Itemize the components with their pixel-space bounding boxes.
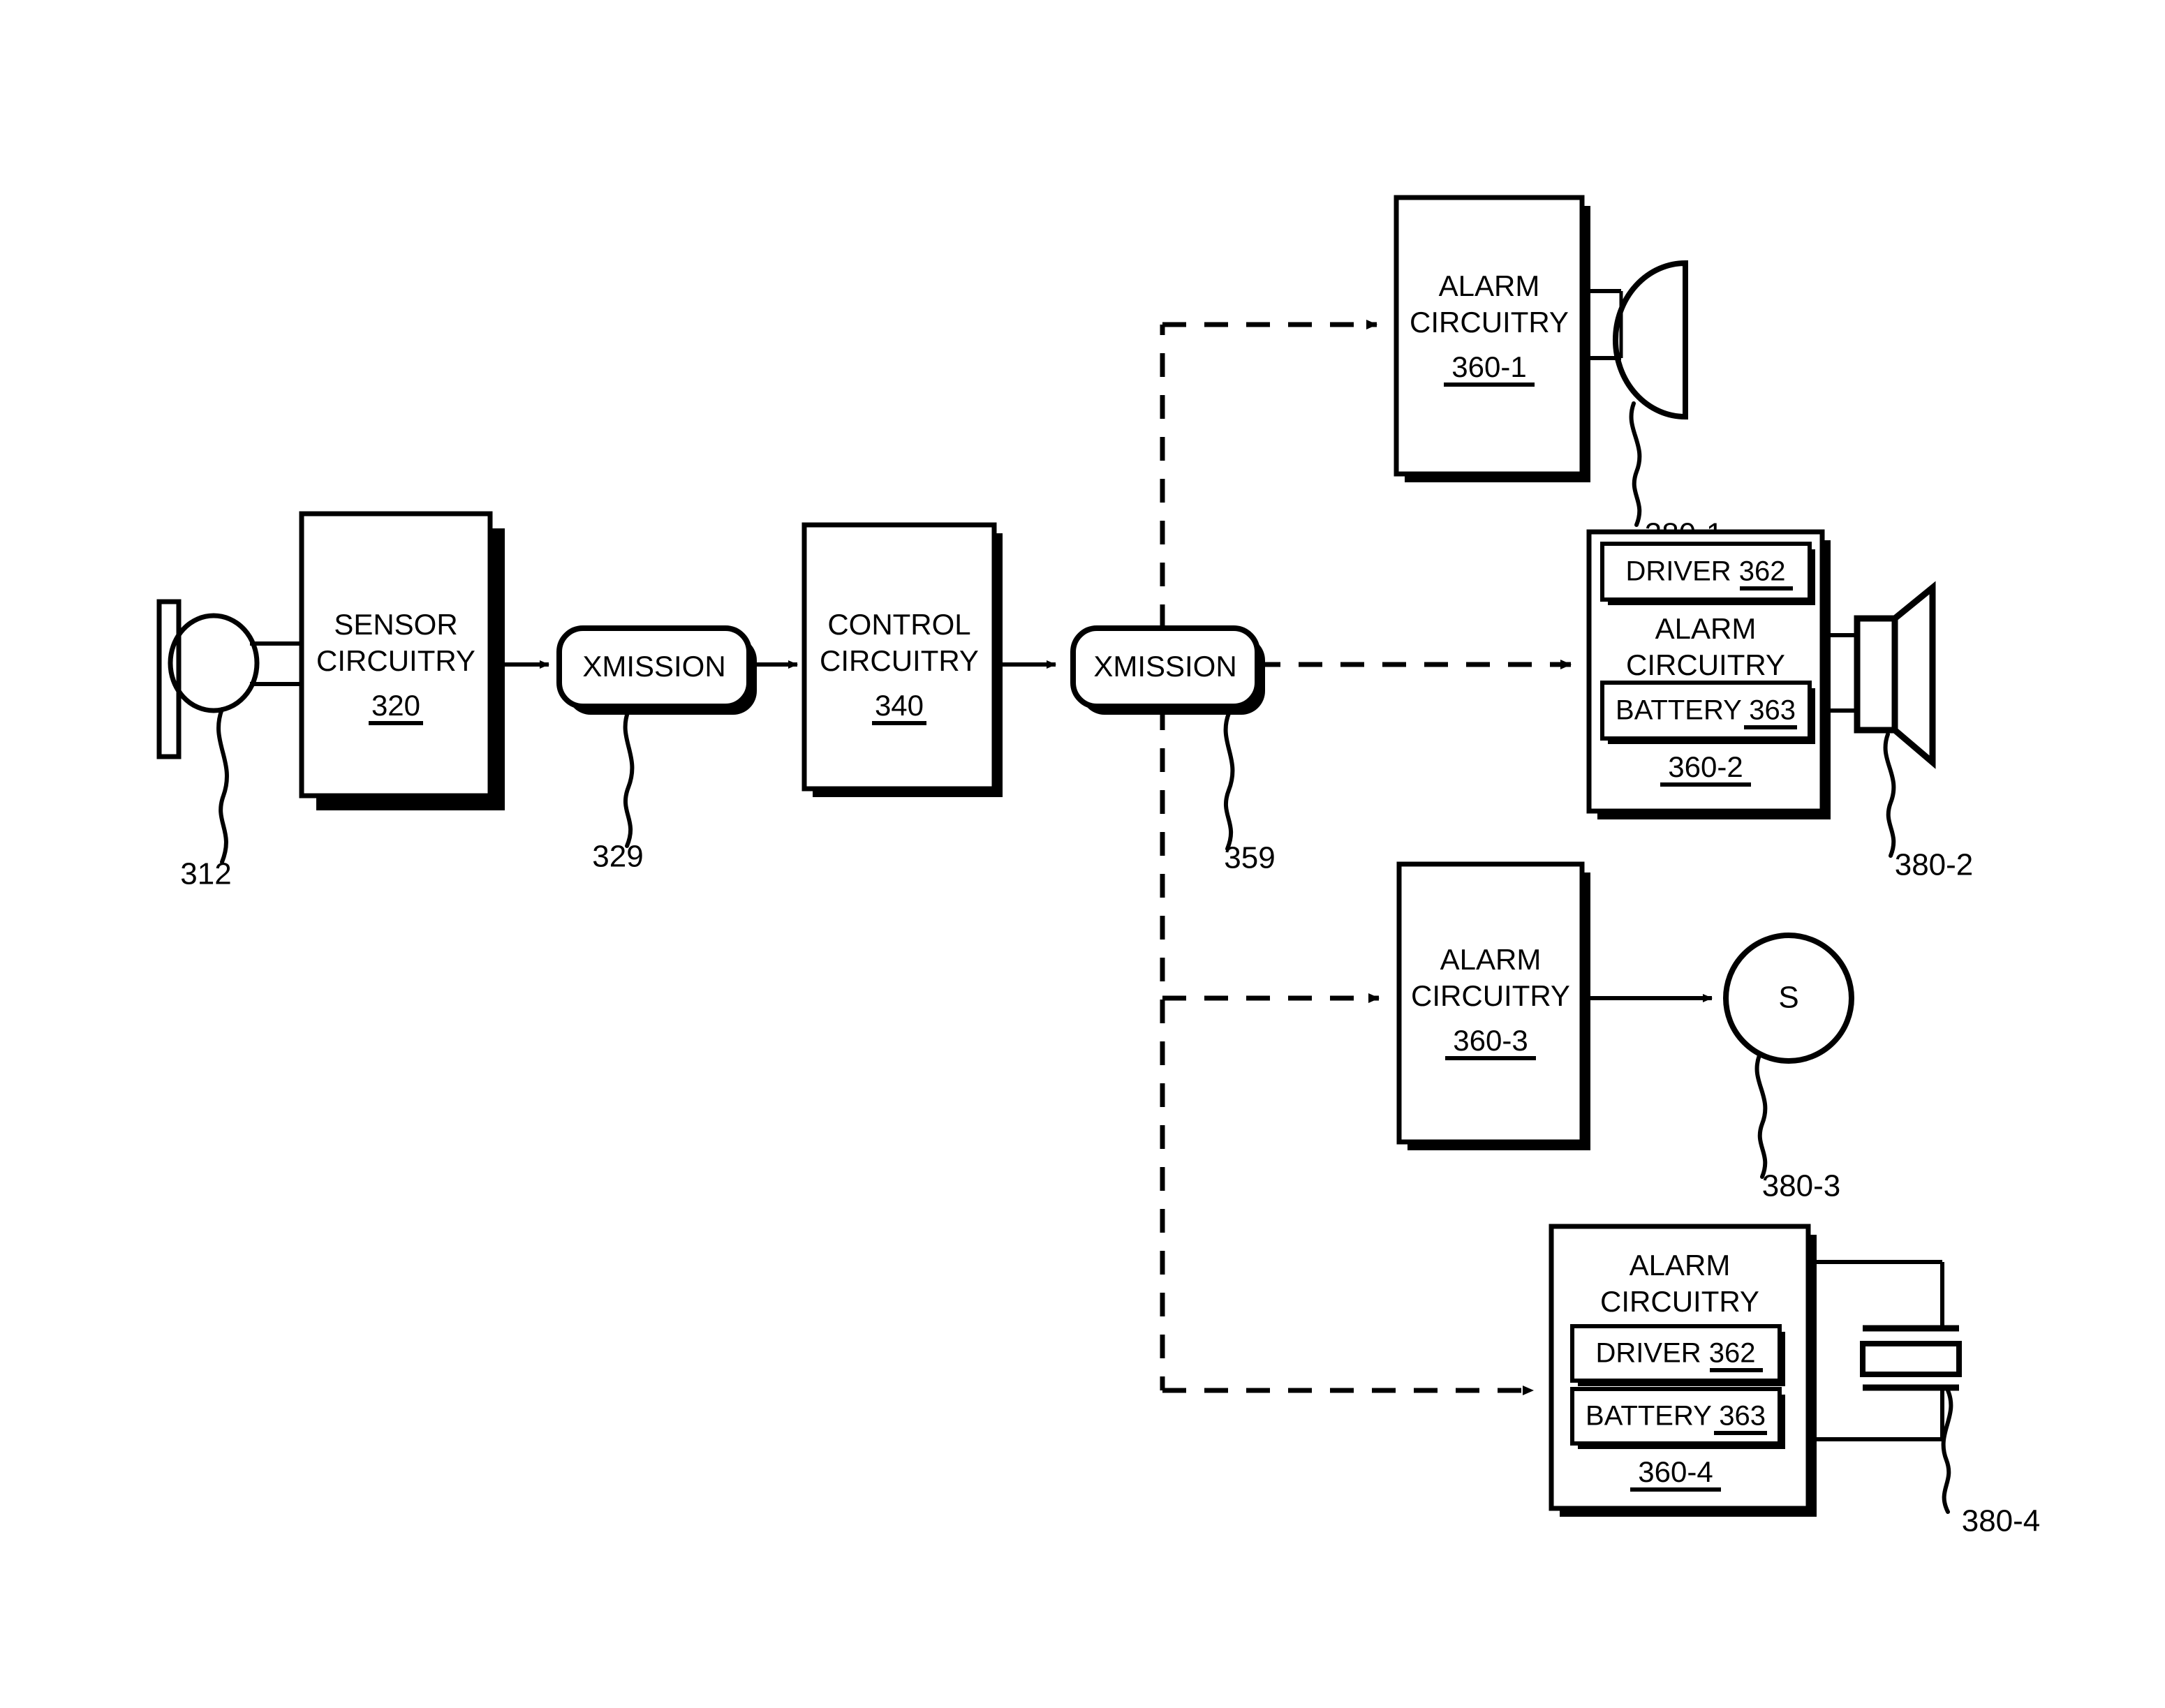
alarm4-block[interactable]: ALARM CIRCUITRY DRIVER 362 BATTERY 363 3…: [1549, 1224, 1817, 1517]
battery-363-box-alarm4: BATTERY 363: [1570, 1387, 1785, 1449]
alarm1-line2: CIRCUITRY: [1410, 306, 1569, 339]
alarm2-line1: ALARM: [1655, 612, 1757, 645]
xmission1-block[interactable]: XMISSION: [556, 625, 757, 715]
xmission2-block[interactable]: XMISSION: [1070, 625, 1265, 715]
alarm3-block[interactable]: ALARM CIRCUITRY 360-3: [1396, 861, 1590, 1150]
ref-label-312: 312: [180, 857, 231, 891]
strobe-symbol: S: [1778, 981, 1798, 1015]
ref-label-380-2: 380-2: [1895, 848, 1974, 882]
driver-362-label: DRIVER 362: [1626, 556, 1786, 587]
xmission2-label: XMISSION: [1093, 650, 1236, 683]
driver-362-label-alarm4: DRIVER 362: [1596, 1338, 1756, 1369]
control-circuitry-block[interactable]: CONTROL CIRCUITRY 340: [801, 522, 1003, 797]
sensor-line1: SENSOR: [334, 608, 457, 641]
sensor-circuitry-block[interactable]: SENSOR CIRCUITRY 320: [299, 511, 505, 810]
alarm3-line2: CIRCUITRY: [1411, 979, 1570, 1012]
control-ref: 340: [875, 689, 924, 722]
sensor-line2: CIRCUITRY: [316, 644, 475, 677]
sensor-ref: 320: [371, 689, 420, 722]
alarm4-line2: CIRCUITRY: [1600, 1285, 1759, 1318]
alarm3-ref: 360-3: [1453, 1024, 1528, 1057]
patent-figure: 312 SENSOR CIRCUITRY 320 XMISSION 329 CO…: [0, 0, 2165, 1708]
battery-363-label: BATTERY 363: [1616, 695, 1796, 726]
ref-label-329: 329: [592, 840, 643, 874]
driver-362-box-alarm4: DRIVER 362: [1570, 1324, 1785, 1386]
alarm1-ref: 360-1: [1451, 350, 1526, 383]
ref-label-380-4: 380-4: [1962, 1504, 2041, 1538]
battery-363-label-alarm4: BATTERY 363: [1586, 1401, 1766, 1432]
alarm1-block[interactable]: ALARM CIRCUITRY 360-1: [1394, 195, 1590, 482]
control-line2: CIRCUITRY: [820, 644, 979, 677]
alarm2-line2: CIRCUITRY: [1626, 648, 1785, 681]
alarm2-ref: 360-2: [1668, 750, 1743, 783]
battery-363-box: BATTERY 363: [1600, 681, 1815, 744]
canvas-background: [0, 0, 2165, 1708]
alarm1-line1: ALARM: [1439, 269, 1540, 302]
alarm4-line1: ALARM: [1630, 1249, 1731, 1282]
xmission1-label: XMISSION: [582, 650, 725, 683]
alarm4-ref: 360-4: [1638, 1455, 1713, 1488]
ref-label-359: 359: [1224, 841, 1275, 875]
alarm2-block[interactable]: DRIVER 362 ALARM CIRCUITRY BATTERY 363 3…: [1586, 529, 1831, 819]
alarm3-line1: ALARM: [1440, 943, 1542, 976]
ref-label-380-3: 380-3: [1762, 1169, 1841, 1203]
driver-362-box: DRIVER 362: [1600, 542, 1815, 605]
control-line1: CONTROL: [827, 608, 970, 641]
